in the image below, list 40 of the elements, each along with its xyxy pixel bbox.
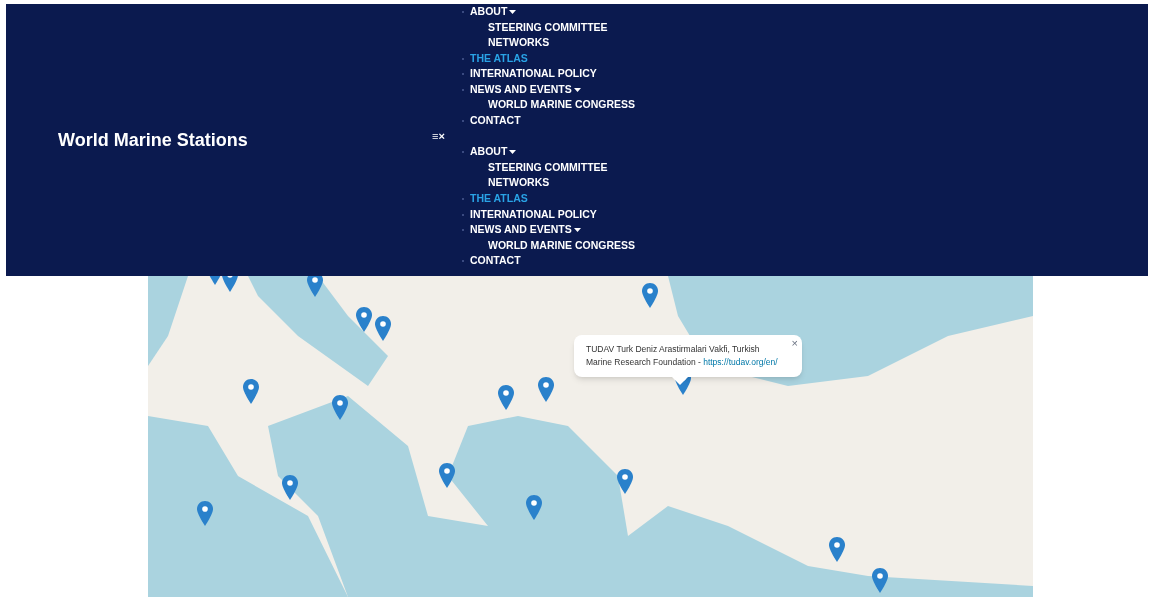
map-marker-icon[interactable]: [356, 307, 372, 332]
nav-link[interactable]: CONTACT: [470, 113, 521, 129]
map-marker-icon[interactable]: [829, 537, 845, 562]
nav-link[interactable]: INTERNATIONAL POLICY: [470, 206, 597, 223]
submenu-link[interactable]: WORLD MARINE CONGRESS: [488, 97, 635, 114]
menu-toggle-button[interactable]: ≡×: [432, 128, 445, 145]
site-title: World Marine Stations: [58, 128, 248, 152]
submenu-link[interactable]: NETWORKS: [488, 35, 550, 51]
submenu-link[interactable]: NETWORKS: [488, 175, 550, 192]
caret-icon: [573, 228, 581, 233]
map-marker-icon[interactable]: [332, 395, 348, 420]
map-marker-icon[interactable]: [307, 276, 323, 297]
nav-link[interactable]: THE ATLAS: [470, 50, 528, 67]
nav-link[interactable]: ABOUT: [470, 144, 508, 160]
map-marker-icon[interactable]: [872, 568, 888, 593]
caret-icon: [509, 9, 517, 14]
map-marker-icon[interactable]: [498, 385, 514, 410]
submenu-link[interactable]: STEERING COMMITTEE: [488, 159, 608, 176]
map-marker-icon[interactable]: [617, 469, 633, 494]
caret-icon: [573, 87, 581, 92]
nav-link[interactable]: CONTACT: [470, 253, 521, 270]
caret-icon: [509, 150, 517, 155]
nav-link[interactable]: THE ATLAS: [470, 191, 528, 207]
nav-link[interactable]: NEWS AND EVENTS: [470, 81, 572, 98]
map-marker-icon[interactable]: [526, 495, 542, 520]
nav-link[interactable]: ABOUT: [470, 3, 508, 20]
map-marker-icon[interactable]: [375, 316, 391, 341]
nav-link[interactable]: INTERNATIONAL POLICY: [470, 66, 597, 83]
map-marker-icon[interactable]: [197, 501, 213, 526]
map-marker-icon[interactable]: [538, 377, 554, 402]
map-marker-icon[interactable]: [439, 463, 455, 488]
close-button[interactable]: ×: [791, 335, 798, 352]
map-marker-icon[interactable]: [642, 283, 658, 308]
nav-link[interactable]: NEWS AND EVENTS: [470, 222, 572, 238]
popup-text: TUDAV Turk Deniz Arastirmalari Vakfi, Turkish Marine Research Foundation - https://tudav.org/en/: [586, 343, 779, 369]
submenu-link[interactable]: WORLD MARINE CONGRESS: [488, 237, 635, 254]
map-marker-icon[interactable]: [243, 379, 259, 404]
submenu-link[interactable]: STEERING COMMITTEE: [488, 19, 608, 36]
map-marker-icon[interactable]: [282, 475, 298, 500]
popup-link[interactable]: https://tudav.org/en/: [703, 357, 778, 367]
